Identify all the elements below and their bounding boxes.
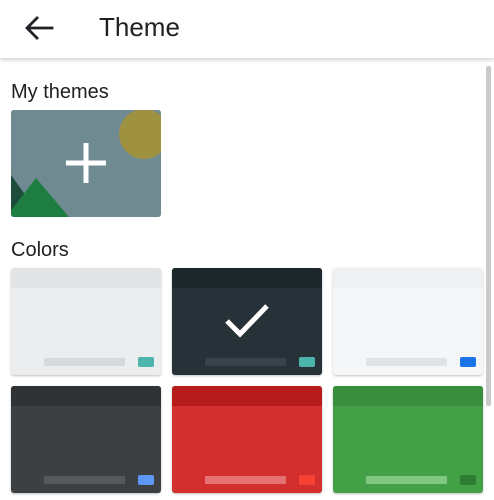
keyboard-bar: [11, 386, 161, 406]
arrow-back-icon: [25, 16, 54, 40]
keyboard-spacebar: [366, 476, 447, 484]
my-themes-heading: My themes: [11, 81, 109, 103]
add-custom-theme-button[interactable]: [11, 110, 161, 217]
keyboard-spacebar: [44, 358, 125, 366]
keyboard-bar: [333, 268, 483, 288]
color-tile-dark-gray[interactable]: [11, 386, 161, 493]
keyboard-bar: [172, 268, 322, 288]
accent-key: [299, 357, 315, 367]
keyboard-bar: [11, 268, 161, 288]
back-button[interactable]: [22, 13, 56, 43]
accent-key: [460, 357, 476, 367]
scrollbar[interactable]: [486, 66, 491, 406]
colors-heading: Colors: [11, 239, 69, 261]
color-tile-light-gray[interactable]: [11, 268, 161, 375]
color-tile-dark-selected[interactable]: [172, 268, 322, 375]
keyboard-spacebar: [44, 476, 125, 484]
keyboard-spacebar: [205, 358, 286, 366]
keyboard-spacebar: [205, 476, 286, 484]
app-bar: Theme: [0, 0, 494, 58]
accent-key: [299, 475, 315, 485]
color-tile-red[interactable]: [172, 386, 322, 493]
accent-key: [460, 475, 476, 485]
accent-key: [138, 475, 154, 485]
keyboard-bar: [172, 386, 322, 406]
keyboard-spacebar: [366, 358, 447, 366]
checkmark-icon: [225, 304, 269, 338]
color-tile-green[interactable]: [333, 386, 483, 493]
plus-icon: [66, 143, 106, 183]
color-tile-white[interactable]: [333, 268, 483, 375]
keyboard-bar: [333, 386, 483, 406]
page-title: Theme: [99, 12, 180, 42]
accent-key: [138, 357, 154, 367]
